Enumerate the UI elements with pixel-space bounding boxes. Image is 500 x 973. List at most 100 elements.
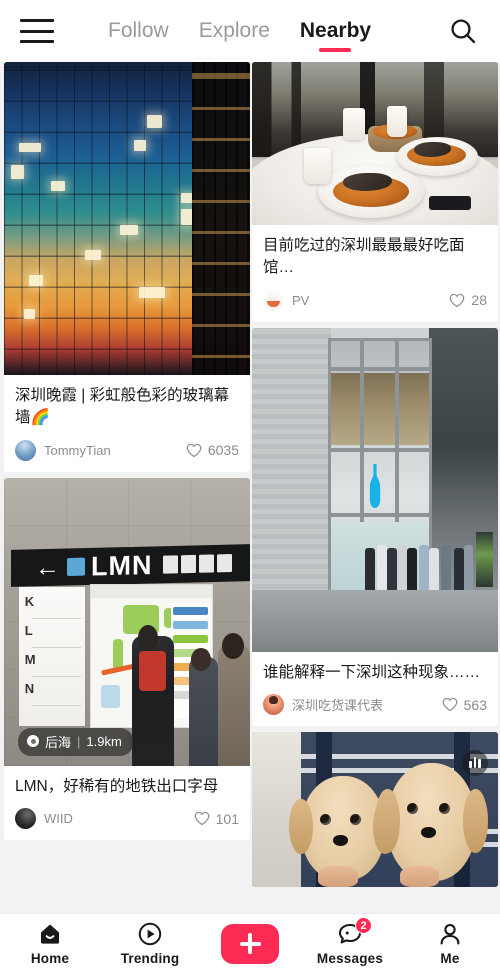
like-count: 28 [471, 292, 487, 309]
card-body: 目前吃过的深圳最最最好吃面馆… PV 28 [252, 225, 498, 322]
author-name: 深圳吃货课代表 [292, 698, 384, 714]
search-icon[interactable] [448, 16, 478, 46]
like-count: 101 [215, 810, 239, 827]
card-author[interactable]: WIID [15, 808, 73, 830]
heart-icon[interactable] [442, 697, 458, 712]
avatar-wiid[interactable] [15, 808, 36, 830]
card-body: LMN，好稀有的地铁出口字母 WIID 101 [4, 766, 250, 840]
author-name: WIID [44, 811, 73, 827]
nav-item-home[interactable]: Home [0, 914, 100, 973]
heart-icon[interactable] [194, 811, 210, 826]
bottom-navigation: Home Trending 2 Messages Me [0, 913, 500, 973]
tab-nearby[interactable]: Nearby [299, 18, 372, 52]
card-title: 深圳晚霞 | 彩虹般色彩的玻璃幕墙🌈 [15, 387, 230, 427]
tab-explore-label: Explore [198, 18, 270, 42]
card-author[interactable]: TommyTian [15, 439, 111, 461]
feed-card-noodle-restaurant[interactable]: 目前吃过的深圳最最最好吃面馆… PV 28 [252, 62, 498, 322]
panel-letter-n: N [24, 681, 35, 697]
chat-bubble-icon: 2 [337, 917, 372, 947]
card-title: 目前吃过的深圳最最最好吃面馆… [263, 237, 465, 277]
heart-icon[interactable] [186, 443, 202, 458]
message-badge: 2 [355, 917, 372, 934]
nav-item-trending[interactable]: Trending [100, 914, 200, 973]
restaurant-noodles-photo[interactable] [252, 62, 498, 225]
left-arrow-icon: ← [35, 552, 62, 582]
picto-icon [199, 554, 215, 574]
hamburger-line [20, 40, 54, 43]
two-puppies-photo[interactable] [252, 732, 498, 888]
feed-container[interactable]: 深圳晚霞 | 彩虹般色彩的玻璃幕墙🌈 TommyTian 6035 ← LMN … [0, 62, 500, 913]
panel-letter-l: L [24, 623, 33, 639]
location-separator: | [77, 733, 81, 749]
avatar-tommytian[interactable] [15, 439, 36, 461]
tab-nearby-label: Nearby [299, 18, 372, 42]
like-count: 6035 [207, 442, 239, 459]
exit-letter-panel: K L M N [18, 587, 86, 726]
card-body: 深圳晚霞 | 彩虹般色彩的玻璃幕墙🌈 TommyTian 6035 [4, 375, 250, 472]
feed-card-puppies[interactable] [252, 732, 498, 888]
subway-exit-sign-photo[interactable]: ← LMN K L M N 后海 | 1.9km [4, 477, 250, 766]
nav-label-messages: Messages [316, 951, 384, 966]
glass-facade-sunset-photo[interactable] [4, 62, 250, 375]
card-meta: WIID 101 [15, 808, 239, 830]
nav-label-trending: Trending [120, 951, 180, 966]
tab-explore[interactable]: Explore [199, 20, 270, 43]
feed-column-left: 深圳晚霞 | 彩虹般色彩的玻璃幕墙🌈 TommyTian 6035 ← LMN … [4, 62, 250, 846]
like-group[interactable]: 101 [194, 811, 239, 827]
hamburger-line [20, 29, 54, 33]
hamburger-menu-icon[interactable] [20, 19, 54, 43]
nav-item-messages[interactable]: 2 Messages [300, 914, 400, 973]
feed-column-right: 目前吃过的深圳最最最好吃面馆… PV 28 谁能解释一下深圳这种现象…… 深圳吃… [252, 62, 498, 893]
panel-letter-k: K [24, 594, 35, 610]
nav-label-me: Me [440, 951, 460, 966]
like-count: 563 [463, 696, 487, 713]
picto-icon [163, 555, 179, 574]
like-group[interactable]: 563 [442, 697, 487, 713]
feed-tabs: Follow Explore Nearby [108, 0, 371, 62]
location-distance: 1.9km [86, 733, 122, 749]
app-root: Follow Explore Nearby 深圳晚霞 | 彩虹般色彩的玻璃幕墙🌈… [0, 0, 500, 973]
like-group[interactable]: 28 [449, 292, 487, 308]
card-title: LMN，好稀有的地铁出口字母 [15, 777, 219, 795]
exit-pictogram-icon [67, 557, 86, 577]
feed-card-subway-exit[interactable]: ← LMN K L M N 后海 | 1.9km LMN，好稀有的地铁出口字母 … [4, 477, 250, 841]
plus-icon[interactable] [221, 923, 279, 964]
subway-sign-bar: ← LMN [11, 544, 250, 588]
play-circle-icon [137, 921, 163, 947]
nav-label-home: Home [30, 951, 70, 966]
card-title: 谁能解释一下深圳这种现象…… [263, 663, 481, 681]
location-pin-icon [27, 735, 39, 748]
avatar-pv[interactable] [263, 289, 284, 311]
avatar-shenzhen-foodie[interactable] [263, 694, 284, 716]
subway-sign-text: ← LMN [35, 548, 233, 584]
feed-card-blue-bottle[interactable]: 谁能解释一下深圳这种现象…… 深圳吃货课代表 563 [252, 327, 498, 727]
blue-bottle-logo-icon [369, 464, 381, 509]
subway-exit-letters: LMN [91, 549, 153, 582]
tab-follow[interactable]: Follow [108, 20, 169, 43]
blue-bottle-storefront-photo[interactable] [252, 327, 498, 652]
card-meta: 深圳吃货课代表 563 [263, 694, 487, 716]
person-icon [437, 921, 463, 947]
author-name: PV [292, 292, 310, 308]
picto-icon [217, 554, 233, 573]
location-badge[interactable]: 后海 | 1.9km [18, 727, 133, 756]
author-name: TommyTian [44, 442, 111, 458]
card-author[interactable]: PV [263, 289, 310, 311]
home-icon [37, 921, 63, 947]
card-meta: TommyTian 6035 [15, 439, 239, 461]
nav-item-me[interactable]: Me [400, 914, 500, 973]
location-name: 后海 [45, 734, 72, 750]
picto-icon [181, 555, 197, 574]
panel-letter-m: M [24, 652, 36, 668]
facility-pictograms [163, 554, 233, 574]
card-body: 谁能解释一下深圳这种现象…… 深圳吃货课代表 563 [252, 652, 498, 726]
feed-card-sunset-facade[interactable]: 深圳晚霞 | 彩虹般色彩的玻璃幕墙🌈 TommyTian 6035 [4, 62, 250, 472]
nav-item-create[interactable] [200, 914, 300, 973]
top-header: Follow Explore Nearby [0, 0, 500, 62]
card-meta: PV 28 [263, 289, 487, 311]
hamburger-line [20, 19, 54, 22]
card-author[interactable]: 深圳吃货课代表 [263, 694, 384, 716]
heart-icon[interactable] [449, 293, 465, 308]
like-group[interactable]: 6035 [186, 442, 239, 458]
tab-follow-label: Follow [108, 18, 169, 42]
